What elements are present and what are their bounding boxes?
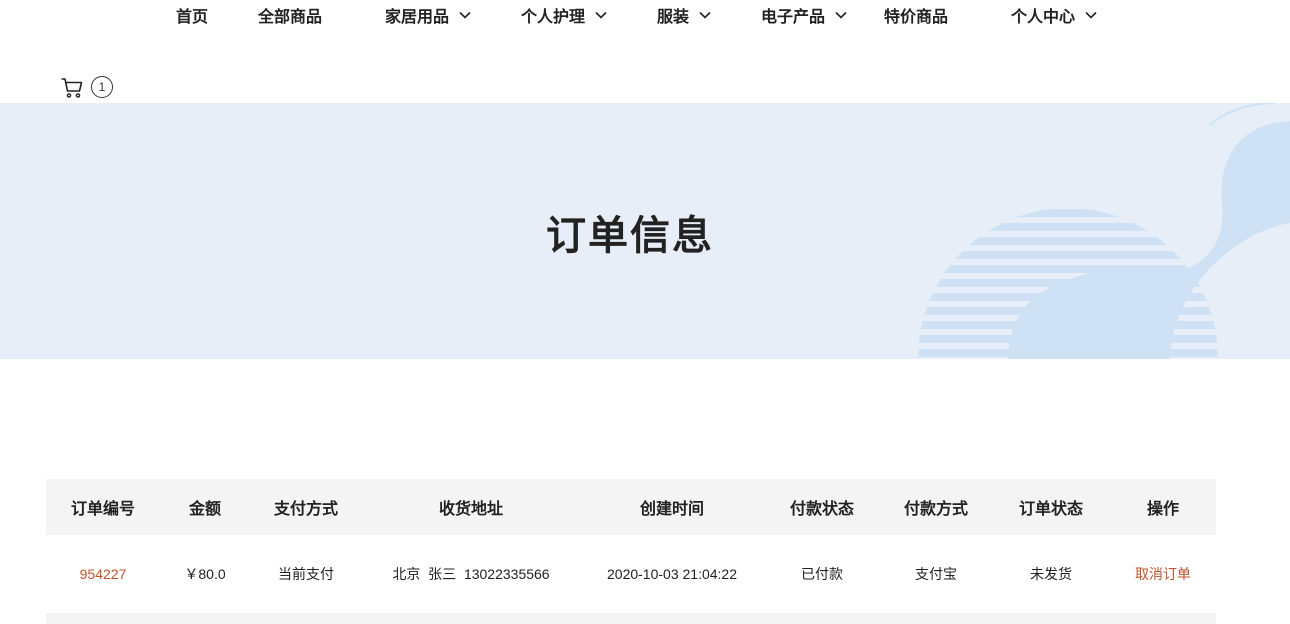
table-next-row-strip — [46, 613, 1216, 624]
chevron-down-icon — [699, 11, 711, 19]
nav-item-electronics[interactable]: 电子产品 — [761, 4, 848, 26]
table-row: 954227 ￥80.0 当前支付 北京 张三 13022335566 2020… — [46, 535, 1216, 613]
nav-item-label: 电子产品 — [761, 7, 826, 26]
nav-item-label: 特价商品 — [884, 7, 949, 26]
nav-item-specials[interactable]: 特价商品 — [884, 4, 948, 26]
column-header-pay-method: 付款方式 — [903, 499, 968, 518]
nav-item-label: 首页 — [176, 7, 209, 26]
cancel-order-button[interactable]: 取消订单 — [1110, 535, 1216, 613]
cart[interactable]: 1 — [60, 75, 113, 99]
nav-item-label: 个人护理 — [521, 7, 586, 26]
page-title: 订单信息 — [546, 213, 714, 259]
nav-item-label: 家居用品 — [385, 7, 450, 26]
nav-item-personal-care[interactable]: 个人护理 — [521, 4, 608, 26]
column-header-amount: 金额 — [188, 499, 221, 518]
order-number-link[interactable]: 954227 — [46, 535, 160, 613]
nav-item-clothing[interactable]: 服装 — [657, 4, 712, 26]
chevron-down-icon — [1085, 11, 1097, 19]
chevron-down-icon — [595, 11, 607, 19]
order-status: 未发货 — [1030, 566, 1072, 582]
column-header-pay-status: 付款状态 — [789, 499, 854, 518]
column-header-order-no: 订单编号 — [70, 499, 135, 518]
table-header-row: 订单编号 金额 支付方式 收货地址 创建时间 付款状态 付款方式 订单状态 操作 — [46, 479, 1216, 535]
column-header-order-status: 订单状态 — [1018, 499, 1083, 518]
order-payment-type: 当前支付 — [278, 566, 334, 582]
nav-item-label: 个人中心 — [1011, 7, 1076, 26]
column-header-created-at: 创建时间 — [639, 499, 704, 518]
chevron-down-icon — [835, 11, 847, 19]
order-pay-method: 支付宝 — [915, 566, 957, 582]
column-header-payment-type: 支付方式 — [273, 499, 338, 518]
order-created-at: 2020-10-03 21:04:22 — [607, 566, 737, 582]
chevron-down-icon — [459, 11, 471, 19]
order-amount: ￥80.0 — [184, 566, 226, 582]
column-header-address: 收货地址 — [438, 499, 503, 518]
column-header-action: 操作 — [1146, 499, 1179, 518]
nav-item-home-goods[interactable]: 家居用品 — [385, 4, 472, 26]
orders-table: 订单编号 金额 支付方式 收货地址 创建时间 付款状态 付款方式 订单状态 操作… — [46, 479, 1216, 613]
cart-count-badge: 1 — [91, 76, 113, 98]
order-pay-status: 已付款 — [801, 566, 843, 582]
nav-item-label: 服装 — [657, 7, 690, 26]
order-address: 北京 张三 13022335566 — [392, 566, 550, 582]
nav-item-user-center[interactable]: 个人中心 — [1011, 4, 1098, 26]
shopping-cart-icon[interactable] — [60, 75, 84, 99]
nav-item-all-products[interactable]: 全部商品 — [258, 4, 322, 26]
nav-item-label: 全部商品 — [258, 7, 323, 26]
page-banner: 订单信息 — [0, 103, 1290, 359]
top-navigation: 首页 全部商品 家居用品 个人护理 服装 电子产品 特价商品 个人中心 — [0, 0, 1290, 30]
nav-item-home[interactable]: 首页 — [176, 4, 208, 26]
